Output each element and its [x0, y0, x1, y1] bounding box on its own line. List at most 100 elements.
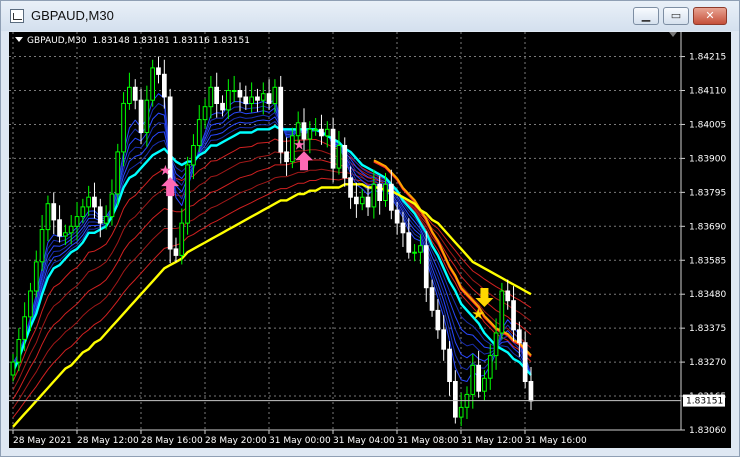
price-tick-label: 1.84110	[689, 87, 726, 97]
candle-body	[389, 183, 394, 211]
candle-body	[313, 128, 318, 131]
candle-body	[45, 203, 51, 231]
candle-body	[435, 309, 441, 331]
candle-body	[453, 381, 458, 418]
candle-body	[92, 196, 97, 208]
chart-window-icon	[10, 9, 24, 23]
candle-body	[470, 364, 476, 395]
price-tick-label: 1.83060	[689, 426, 726, 436]
candle-body	[284, 151, 289, 163]
candle-body	[260, 93, 266, 101]
terminal-window: GBPAUD,M30 ▁ ▭ ✕ ★ ★ ★ 1.84215 1.84110 1.8400…	[0, 0, 740, 457]
candle-body	[499, 290, 505, 334]
candle-body	[295, 122, 301, 137]
price-tick-label: 1.83585	[689, 256, 726, 266]
candle-body	[237, 90, 243, 98]
candle-body	[80, 206, 86, 218]
candle-body	[156, 67, 161, 75]
candle-body	[319, 128, 324, 137]
candle-body	[476, 364, 481, 392]
candle-body	[208, 86, 214, 108]
candle-body	[22, 316, 28, 340]
time-tick-label: 31 May 16:00	[525, 436, 587, 446]
minimize-icon: ▁	[641, 9, 651, 22]
candle-body	[458, 406, 464, 418]
buy-star-icon: ★	[159, 163, 172, 179]
candle-body	[383, 183, 388, 202]
candle-body	[447, 348, 452, 383]
candle-body	[249, 96, 255, 104]
candle-body	[342, 145, 348, 179]
candle-body	[63, 232, 68, 237]
candle-body	[528, 381, 534, 402]
candle-body	[226, 90, 231, 111]
candle-body	[57, 219, 62, 237]
candle-body	[266, 93, 272, 104]
price-tick-label: 1.83900	[689, 154, 726, 164]
candle-body	[400, 222, 406, 234]
price-tick-label: 1.83375	[689, 324, 726, 334]
candle-body	[394, 209, 400, 224]
price-tick-label: 1.84215	[689, 53, 726, 63]
chart-header: GBPAUD,M30 1.83148 1.83181 1.83116 1.831…	[15, 36, 250, 46]
candle-body	[185, 164, 190, 224]
candle-body	[336, 145, 342, 169]
candle-body	[324, 128, 330, 137]
candle-body	[28, 290, 33, 318]
buy-arrow-icon	[295, 151, 314, 171]
candle-body	[16, 339, 22, 363]
candle-body	[220, 102, 225, 111]
close-icon: ✕	[705, 9, 715, 22]
time-tick-label: 31 May 12:00	[461, 436, 523, 446]
candle-body	[505, 290, 511, 302]
title-bar[interactable]: GBPAUD,M30 ▁ ▭ ✕	[1, 1, 739, 31]
candle-body	[272, 86, 278, 104]
candle-body	[115, 151, 121, 195]
candle-body	[10, 361, 16, 376]
candle-body	[173, 248, 179, 256]
candle-body	[103, 216, 109, 224]
candle-body	[191, 145, 196, 166]
candle-body	[412, 251, 417, 254]
price-tick-label: 1.83690	[689, 222, 726, 232]
candle-body	[231, 90, 237, 92]
candle-body	[441, 329, 446, 350]
candle-body	[377, 183, 382, 202]
candle-body	[202, 106, 208, 121]
close-button[interactable]: ✕	[693, 7, 727, 25]
chart-canvas[interactable]: ★ ★ ★ 1.84215 1.84110 1.84005 1.83900 1.83795 1.…	[9, 32, 731, 448]
candle-body	[138, 99, 144, 133]
candle-body	[307, 128, 313, 140]
price-chart[interactable]: ★ ★ ★ 1.84215 1.84110 1.84005 1.83900 1.83795 1.…	[9, 32, 731, 448]
candle-body	[144, 99, 150, 133]
candle-body	[97, 206, 103, 224]
candle-body	[162, 73, 167, 98]
time-tick-label: 28 May 16:00	[141, 436, 203, 446]
candle-body	[179, 222, 185, 256]
candle-body	[86, 196, 92, 208]
candle-body	[359, 196, 365, 205]
candle-body	[406, 232, 412, 253]
time-tick-label: 31 May 00:00	[269, 436, 331, 446]
time-tick-label: 31 May 04:00	[333, 436, 395, 446]
candle-body	[33, 261, 39, 292]
candle-body	[39, 229, 45, 263]
candle-body	[330, 128, 336, 169]
ribbon-red-line	[12, 149, 532, 391]
price-tick-label: 1.83480	[689, 290, 726, 300]
time-tick-label: 31 May 08:00	[397, 436, 459, 446]
candle-body	[423, 245, 429, 289]
maximize-button[interactable]: ▭	[663, 7, 689, 25]
minimize-button[interactable]: ▁	[633, 7, 659, 25]
candle-body	[150, 67, 156, 101]
shift-marker-icon	[669, 32, 677, 37]
candle-body	[121, 102, 126, 153]
candle-body	[255, 96, 260, 101]
candle-body	[74, 216, 80, 227]
chart-symbol: GBPAUD,M30	[27, 36, 87, 46]
candle-body	[517, 329, 522, 344]
candle-body	[429, 287, 435, 311]
time-tick-label: 28 May 12:00	[77, 436, 139, 446]
dropdown-triangle-icon[interactable]	[15, 37, 23, 42]
candle-body	[418, 245, 423, 253]
